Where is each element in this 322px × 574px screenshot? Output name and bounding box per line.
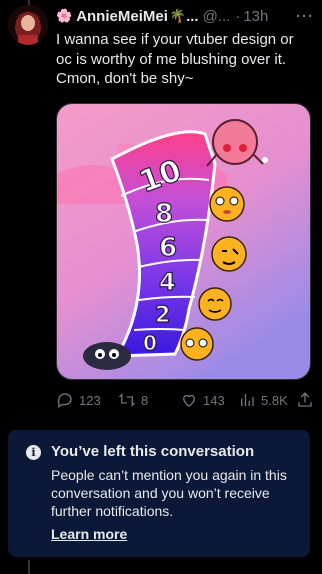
- tweet[interactable]: 🌸 AnnieMeiMei 🌴 ... @... · 13h ··· I wan…: [56, 6, 314, 89]
- like-button[interactable]: 143: [180, 391, 238, 409]
- scale-number: 8: [155, 199, 173, 229]
- penguin-character: [83, 342, 131, 370]
- scale-number: 6: [159, 233, 177, 263]
- scale-number: 2: [155, 303, 170, 328]
- tweet-image[interactable]: 10 8 6 4 2 0: [56, 103, 311, 380]
- timestamp[interactable]: 13h: [243, 8, 268, 25]
- reply-icon: [57, 393, 72, 409]
- tweet-actions: 123 8 143 5.8K: [56, 390, 314, 410]
- like-icon: [183, 394, 195, 407]
- reply-count: 123: [79, 392, 101, 408]
- separator: ·: [235, 7, 241, 25]
- reply-button[interactable]: 123: [56, 391, 118, 409]
- palm-tree-icon: 🌴: [169, 8, 187, 23]
- notice-title: You’ve left this conversation: [51, 443, 255, 460]
- notice-body: People can’t mention you again in this c…: [51, 467, 287, 519]
- views-icon: [241, 394, 254, 406]
- name-truncation: ...: [186, 7, 199, 25]
- info-icon: i: [26, 445, 41, 460]
- share-button[interactable]: [296, 391, 314, 409]
- avatar[interactable]: [8, 5, 48, 45]
- tweet-header: 🌸 AnnieMeiMei 🌴 ... @... · 13h ···: [56, 6, 314, 26]
- repost-button[interactable]: 8: [118, 391, 180, 409]
- thread-line: [28, 560, 30, 574]
- more-options-button[interactable]: ···: [296, 8, 314, 25]
- like-count: 143: [203, 392, 225, 408]
- scale-number: 0: [143, 331, 157, 355]
- handle[interactable]: @...: [203, 8, 231, 25]
- flower-icon: 🌸: [56, 8, 73, 23]
- tweet-text: I wanna see if your vtuber design or oc …: [56, 31, 294, 87]
- learn-more-link[interactable]: Learn more: [51, 526, 127, 542]
- left-conversation-notice: i You’ve left this conversation People c…: [8, 430, 310, 557]
- repost-count: 8: [141, 392, 149, 408]
- display-name[interactable]: AnnieMeiMei: [76, 8, 168, 25]
- views-button[interactable]: 5.8K: [238, 391, 296, 409]
- repost-icon: [118, 393, 136, 407]
- share-icon: [298, 392, 312, 407]
- views-count: 5.8K: [261, 392, 288, 408]
- scale-number: 4: [159, 268, 176, 296]
